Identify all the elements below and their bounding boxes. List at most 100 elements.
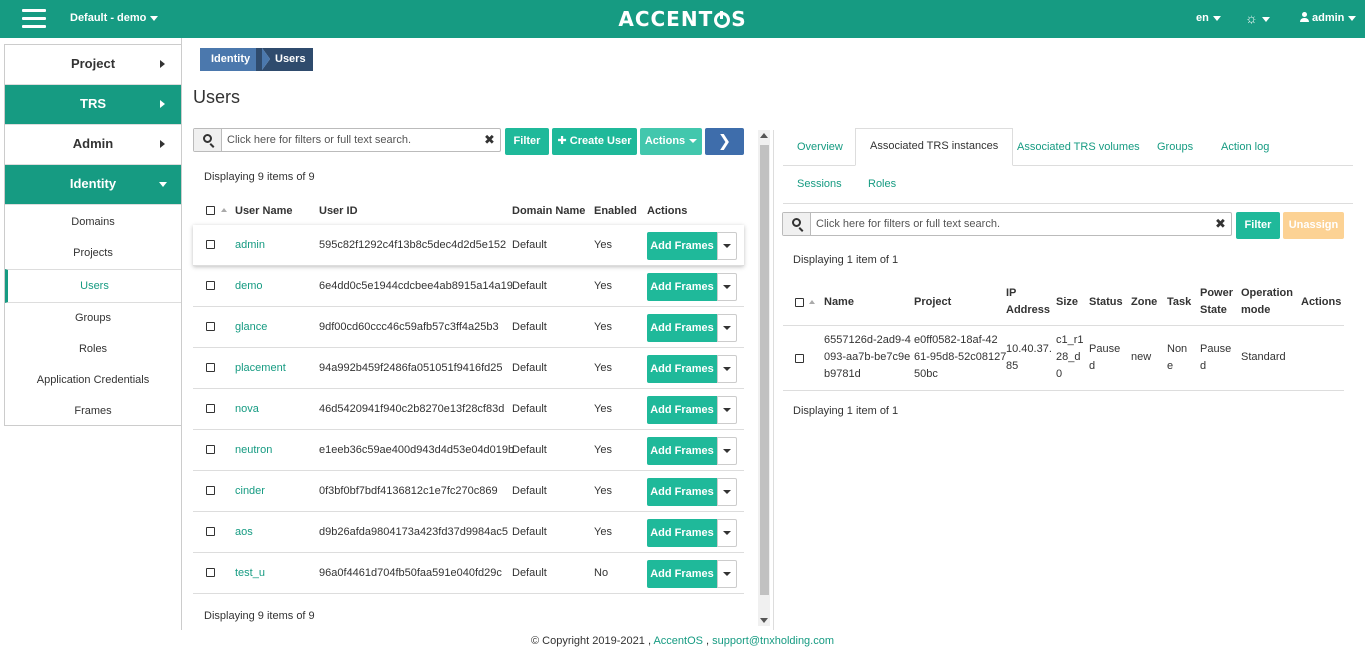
- sidebar-item-roles[interactable]: Roles: [5, 334, 181, 365]
- table-row[interactable]: cinder 0f3bf0bf7bdf4136812c1e7fc270c869 …: [193, 471, 744, 512]
- sort-icon[interactable]: [806, 294, 815, 311]
- col-user-name[interactable]: User Name: [235, 205, 292, 217]
- tab-action-log[interactable]: Action log: [1221, 141, 1269, 153]
- row-checkbox[interactable]: [206, 281, 215, 290]
- expand-detail-button[interactable]: ❯: [705, 128, 744, 155]
- sort-icon[interactable]: [218, 204, 227, 216]
- add-frames-button[interactable]: Add Frames: [647, 560, 717, 588]
- sidebar-item-domains[interactable]: Domains: [5, 207, 181, 238]
- clear-icon[interactable]: ✖: [1215, 216, 1226, 232]
- row-actions-dropdown[interactable]: [717, 396, 737, 424]
- footer-brand-link[interactable]: AccentOS: [653, 635, 703, 647]
- select-all-checkbox[interactable]: [795, 298, 804, 307]
- col-enabled[interactable]: Enabled: [594, 205, 637, 217]
- tab-overview[interactable]: Overview: [797, 141, 843, 153]
- tab-groups[interactable]: Groups: [1157, 141, 1193, 153]
- row-actions-dropdown[interactable]: [717, 478, 737, 506]
- breadcrumb-identity[interactable]: Identity: [200, 48, 270, 71]
- unassign-button[interactable]: Unassign: [1283, 212, 1344, 239]
- row-checkbox[interactable]: [206, 568, 215, 577]
- menu-icon[interactable]: [22, 9, 46, 29]
- sidebar-group-trs[interactable]: TRS: [5, 85, 181, 125]
- instances-filter-button[interactable]: Filter: [1236, 212, 1280, 239]
- row-actions-dropdown[interactable]: [717, 232, 737, 260]
- row-checkbox[interactable]: [206, 486, 215, 495]
- col-zone[interactable]: Zone: [1131, 294, 1157, 311]
- create-user-button[interactable]: ✚ Create User: [552, 128, 637, 155]
- user-name-link[interactable]: nova: [235, 403, 259, 415]
- search-button[interactable]: [194, 129, 222, 151]
- sidebar-group-identity[interactable]: Identity: [5, 165, 181, 205]
- user-name-link[interactable]: cinder: [235, 485, 265, 497]
- sidebar-item-frames[interactable]: Frames: [5, 396, 181, 427]
- user-name-link[interactable]: test_u: [235, 567, 265, 579]
- project-switcher[interactable]: Default - demo: [70, 12, 159, 24]
- add-frames-button[interactable]: Add Frames: [647, 355, 717, 383]
- user-name-link[interactable]: glance: [235, 321, 267, 333]
- add-frames-button[interactable]: Add Frames: [647, 396, 717, 424]
- add-frames-button[interactable]: Add Frames: [647, 314, 717, 342]
- col-user-id[interactable]: User ID: [319, 205, 358, 217]
- row-actions-dropdown[interactable]: [717, 437, 737, 465]
- sidebar-item-users[interactable]: Users: [5, 269, 181, 303]
- table-row[interactable]: admin 595c82f1292c4f13b8c5dec4d2d5e152 D…: [193, 225, 744, 266]
- col-name[interactable]: Name: [824, 294, 854, 311]
- row-actions-dropdown[interactable]: [717, 273, 737, 301]
- table-row[interactable]: nova 46d5420941f940c2b8270e13f28cf83d De…: [193, 389, 744, 430]
- col-task[interactable]: Task: [1167, 294, 1191, 311]
- sidebar-item-application-credentials[interactable]: Application Credentials: [5, 365, 181, 396]
- size-link[interactable]: c1_r1 28_d 0: [1056, 332, 1084, 383]
- tab-roles[interactable]: Roles: [868, 178, 896, 190]
- row-checkbox[interactable]: [206, 240, 215, 249]
- add-frames-button[interactable]: Add Frames: [647, 478, 717, 506]
- col-operation-mode[interactable]: Operation mode: [1241, 285, 1293, 319]
- col-ip-address[interactable]: IP Address: [1006, 285, 1050, 319]
- row-checkbox[interactable]: [206, 404, 215, 413]
- col-size[interactable]: Size: [1056, 294, 1078, 311]
- users-search-input[interactable]: [227, 132, 477, 148]
- col-power-state[interactable]: Power State: [1200, 285, 1233, 319]
- col-domain-name[interactable]: Domain Name: [512, 205, 585, 217]
- project-link[interactable]: e0ff0582-18af-42 61-95d8-52c08127 50bc: [914, 332, 1006, 383]
- row-actions-dropdown[interactable]: [717, 355, 737, 383]
- add-frames-button[interactable]: Add Frames: [647, 232, 717, 260]
- sidebar-group-admin[interactable]: Admin: [5, 125, 181, 165]
- sidebar-group-project[interactable]: Project: [5, 45, 181, 85]
- table-row[interactable]: aos d9b26afda9804173a423fd37d9984ac5 Def…: [193, 512, 744, 553]
- add-frames-button[interactable]: Add Frames: [647, 519, 717, 547]
- tab-associated-trs-volumes[interactable]: Associated TRS volumes: [1017, 141, 1140, 153]
- table-row[interactable]: test_u 96a0f4461d704fb50faa591e040fd29c …: [193, 553, 744, 594]
- support-email-link[interactable]: support@tnxholding.com: [712, 635, 834, 647]
- user-name-link[interactable]: placement: [235, 362, 286, 374]
- col-status[interactable]: Status: [1089, 294, 1123, 311]
- user-name-link[interactable]: neutron: [235, 444, 272, 456]
- sidebar-item-groups[interactable]: Groups: [5, 303, 181, 334]
- scroll-thumb[interactable]: [760, 145, 769, 595]
- table-row[interactable]: 6557126d-2ad9-4 093-aa7b-be7c9e b9781d e0f…: [783, 325, 1344, 391]
- theme-switcher[interactable]: ☼: [1245, 10, 1270, 26]
- scroll-down-icon[interactable]: [760, 618, 768, 623]
- actions-dropdown[interactable]: Actions: [640, 128, 702, 155]
- user-menu[interactable]: admin: [1300, 12, 1357, 24]
- row-actions-dropdown[interactable]: [717, 519, 737, 547]
- add-frames-button[interactable]: Add Frames: [647, 273, 717, 301]
- row-checkbox[interactable]: [206, 445, 215, 454]
- row-checkbox[interactable]: [206, 363, 215, 372]
- row-checkbox[interactable]: [795, 354, 804, 363]
- add-frames-button[interactable]: Add Frames: [647, 437, 717, 465]
- language-switcher[interactable]: en: [1196, 12, 1221, 24]
- row-actions-dropdown[interactable]: [717, 560, 737, 588]
- sidebar-item-projects[interactable]: Projects: [5, 238, 181, 269]
- table-row[interactable]: glance 9df00cd60ccc46c59afb57c3ff4a25b3 …: [193, 307, 744, 348]
- user-name-link[interactable]: aos: [235, 526, 253, 538]
- tab-sessions[interactable]: Sessions: [797, 178, 842, 190]
- table-row[interactable]: placement 94a992b459f2486fa051051f9416fd…: [193, 348, 744, 389]
- user-name-link[interactable]: admin: [235, 239, 265, 251]
- tab-associated-trs-instances[interactable]: Associated TRS instances: [855, 128, 1014, 166]
- instance-name-link[interactable]: 6557126d-2ad9-4 093-aa7b-be7c9e b9781d: [824, 332, 911, 383]
- clear-icon[interactable]: ✖: [484, 132, 495, 148]
- scroll-up-icon[interactable]: [760, 133, 768, 138]
- scrollbar[interactable]: [758, 130, 770, 626]
- search-button[interactable]: [783, 213, 811, 235]
- users-filter-button[interactable]: Filter: [505, 128, 549, 155]
